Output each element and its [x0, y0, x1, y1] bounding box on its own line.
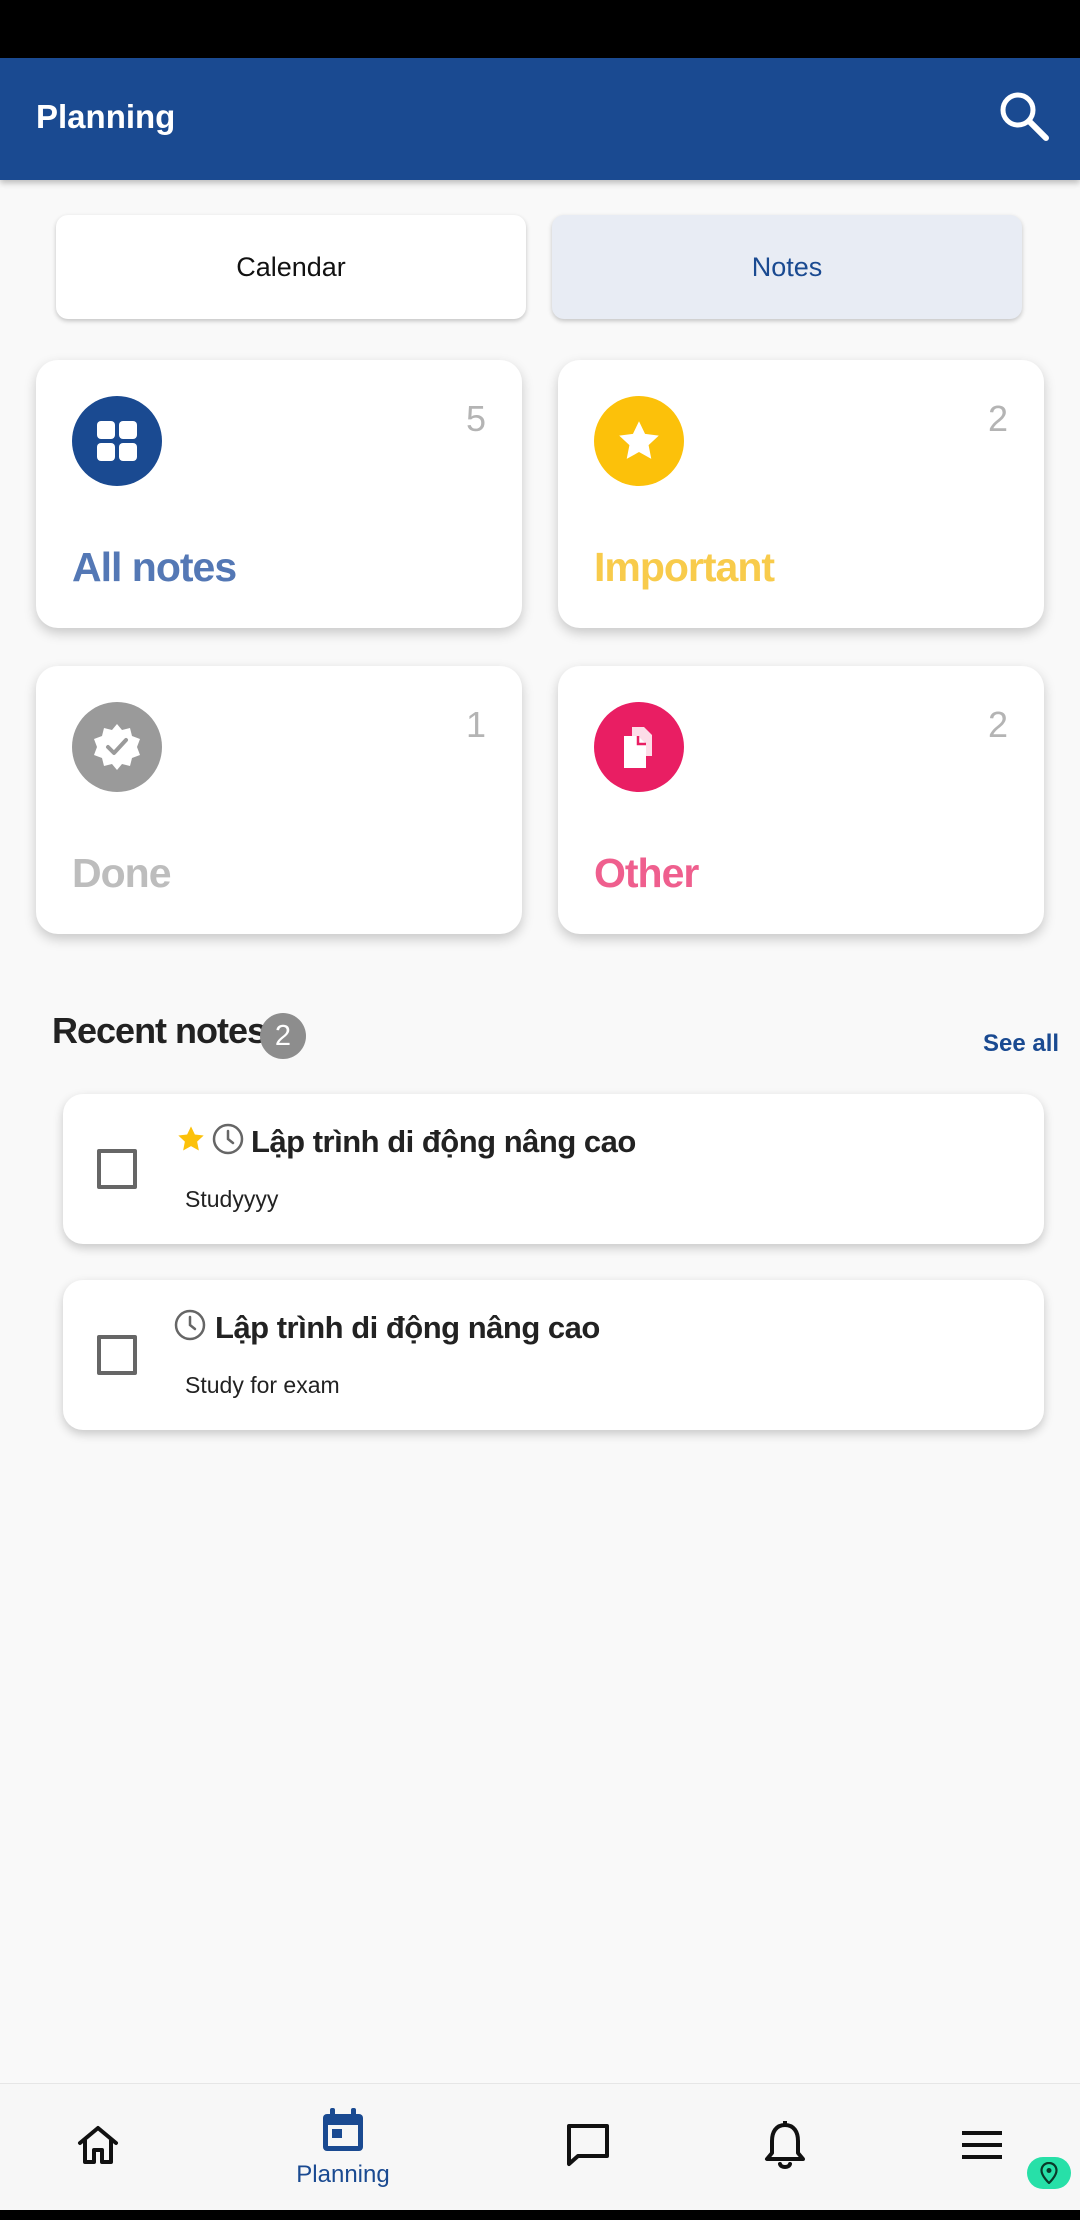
bottom-navigation: Planning — [0, 2083, 1080, 2210]
clock-icon — [173, 1308, 207, 1347]
tab-calendar-label: Calendar — [236, 251, 346, 282]
nav-notifications[interactable] — [745, 2084, 825, 2211]
nav-planning-label: Planning — [296, 2161, 390, 2188]
nav-messages[interactable] — [548, 2084, 628, 2211]
note-title: Lập trình di động nâng cao — [251, 1124, 636, 1159]
category-label: Important — [594, 544, 775, 590]
category-card-all-notes[interactable]: 5 All notes — [36, 360, 522, 628]
category-card-important[interactable]: 2 Important — [558, 360, 1044, 628]
status-bar — [0, 0, 1080, 58]
category-count: 1 — [465, 704, 486, 745]
note-description: Studyyyy — [185, 1186, 279, 1212]
tab-calendar[interactable]: Calendar — [56, 215, 526, 319]
nav-home[interactable] — [58, 2084, 138, 2211]
files-icon — [594, 702, 684, 792]
note-title: Lập trình di động nâng cao — [215, 1310, 600, 1345]
note-checkbox[interactable] — [97, 1149, 137, 1189]
search-icon[interactable] — [996, 88, 1052, 144]
note-description: Study for exam — [185, 1372, 340, 1398]
star-icon — [594, 396, 684, 486]
see-all-link[interactable]: See all — [983, 1030, 1059, 1058]
page-title: Planning — [36, 98, 176, 135]
menu-icon — [960, 2128, 1004, 2167]
nav-menu[interactable] — [942, 2084, 1022, 2211]
verified-badge-icon — [72, 702, 162, 792]
category-label: Other — [594, 850, 699, 896]
category-count: 2 — [987, 704, 1008, 745]
recent-notes-title: Recent notes — [52, 1010, 267, 1051]
category-card-other[interactable]: 2 Other — [558, 666, 1044, 934]
category-count: 2 — [987, 398, 1008, 439]
category-card-done[interactable]: 1 Done — [36, 666, 522, 934]
category-label: All notes — [72, 544, 237, 590]
nav-planning[interactable]: Planning — [283, 2084, 403, 2211]
star-icon — [175, 1123, 207, 1160]
note-item[interactable]: Lập trình di động nâng cao Studyyyy — [63, 1094, 1044, 1244]
category-count: 5 — [465, 398, 486, 439]
category-label: Done — [72, 850, 171, 896]
tab-notes[interactable]: Notes — [552, 215, 1022, 319]
clock-icon — [211, 1122, 245, 1161]
location-pin-icon[interactable] — [1027, 2157, 1071, 2189]
note-item[interactable]: Lập trình di động nâng cao Study for exa… — [63, 1280, 1044, 1430]
bell-icon — [763, 2120, 807, 2175]
grid-icon — [72, 396, 162, 486]
tab-notes-label: Notes — [751, 251, 823, 282]
chat-icon — [563, 2120, 613, 2175]
note-checkbox[interactable] — [97, 1335, 137, 1375]
app-bar: Planning — [0, 58, 1080, 180]
system-nav-strip — [0, 2210, 1080, 2220]
recent-notes-count-badge: 2 — [260, 1013, 306, 1059]
home-icon — [74, 2121, 122, 2174]
calendar-icon — [320, 2106, 366, 2159]
